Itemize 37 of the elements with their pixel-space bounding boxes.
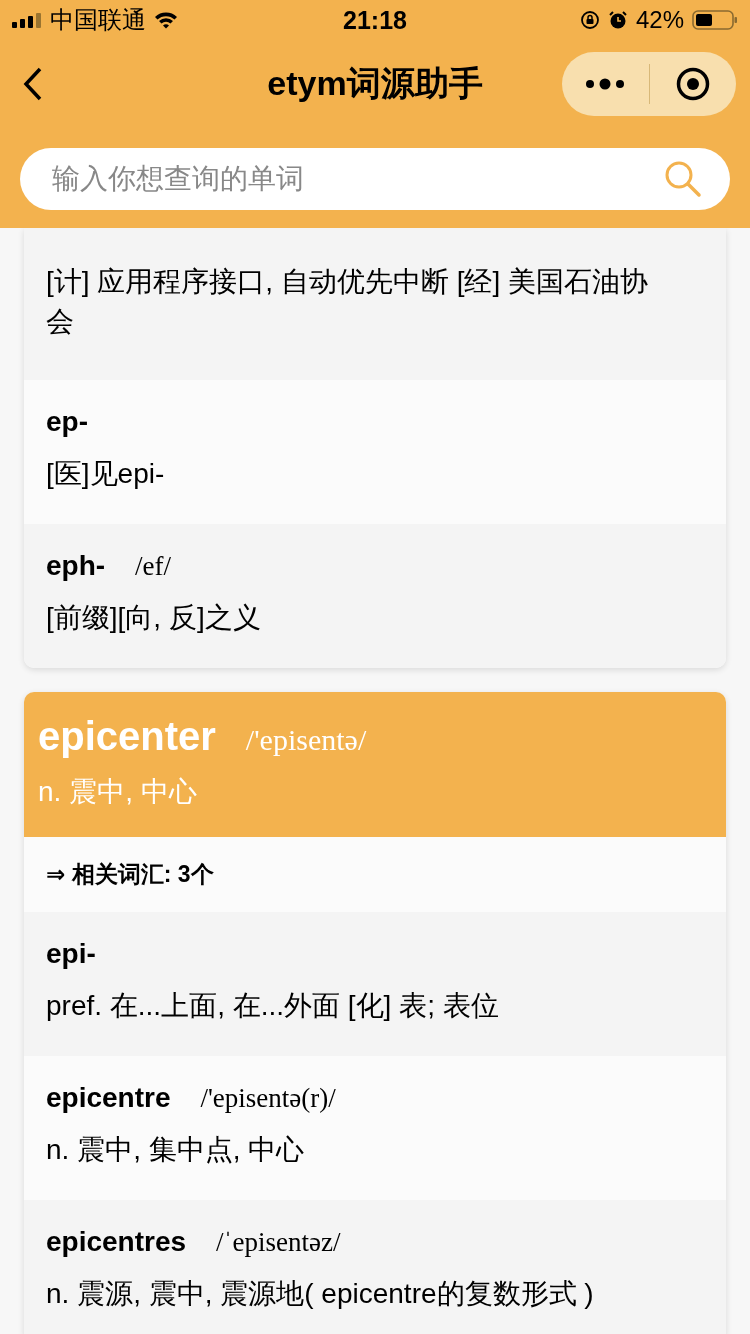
word-text: epi- — [46, 938, 96, 970]
search-icon — [664, 160, 702, 198]
search-field[interactable]: 输入你想查询的单词 — [20, 148, 730, 210]
word-row[interactable]: epicentres /ˈepisentəz/ n. 震源, 震中, 震源地( epicentre的复数形式 ) — [24, 1200, 726, 1334]
rotation-lock-icon — [579, 10, 600, 30]
phonetic-text: /'episentə/ — [245, 723, 367, 757]
battery-icon — [692, 9, 738, 31]
word-row[interactable]: ep- [医]见epi- — [24, 380, 726, 524]
meaning-text: [医]见epi- — [46, 457, 166, 491]
headword-meaning: n. 震中, 中心 — [38, 775, 198, 809]
signal-icon — [12, 12, 42, 28]
related-count-text: ⇒ 相关词汇: 3个 — [46, 861, 214, 887]
word-text: epicentre — [46, 1082, 171, 1114]
word-text: ep- — [46, 406, 88, 438]
clock-text: 21:18 — [343, 5, 407, 35]
carrier-text: 中国联通 — [50, 5, 146, 35]
word-row[interactable]: [计] 应用程序接口, 自动优先中断 [经] 美国石油协会 — [24, 228, 726, 380]
meaning-text: [前缀][向, 反]之义 — [46, 601, 262, 635]
word-text: eph- — [46, 550, 106, 582]
word-row[interactable]: eph- /ef/ [前缀][向, 反]之义 — [24, 524, 726, 668]
meaning-text: n. 震中, 集中点, 中心 — [46, 1133, 306, 1167]
phonetic-text: /'episentə(r)/ — [200, 1083, 336, 1114]
alarm-icon — [607, 10, 628, 30]
phonetic-text: /ˈepisentəz/ — [216, 1227, 341, 1258]
meaning-text: pref. 在...上面, 在...外面 [化] 表; 表位 — [46, 989, 500, 1023]
battery-percent: 42% — [635, 6, 684, 34]
word-row[interactable]: epicentre /'episentə(r)/ n. 震中, 集中点, 中心 — [24, 1056, 726, 1200]
phonetic-text: /ef/ — [135, 551, 172, 582]
meaning-text: [计] 应用程序接口, 自动优先中断 [经] 美国石油协会 — [46, 265, 649, 339]
headword-text: epicenter — [38, 714, 216, 759]
page-title: etym词源助手 — [267, 63, 483, 104]
meaning-text: n. 震源, 震中, 震源地( epicentre的复数形式 ) — [46, 1277, 595, 1311]
wifi-icon — [154, 11, 178, 29]
word-text: epicentres — [46, 1226, 187, 1258]
search-input[interactable]: 输入你想查询的单词 — [50, 162, 664, 196]
back-button[interactable] — [22, 66, 44, 102]
word-row[interactable]: epi- pref. 在...上面, 在...外面 [化] 表; 表位 — [24, 912, 726, 1056]
